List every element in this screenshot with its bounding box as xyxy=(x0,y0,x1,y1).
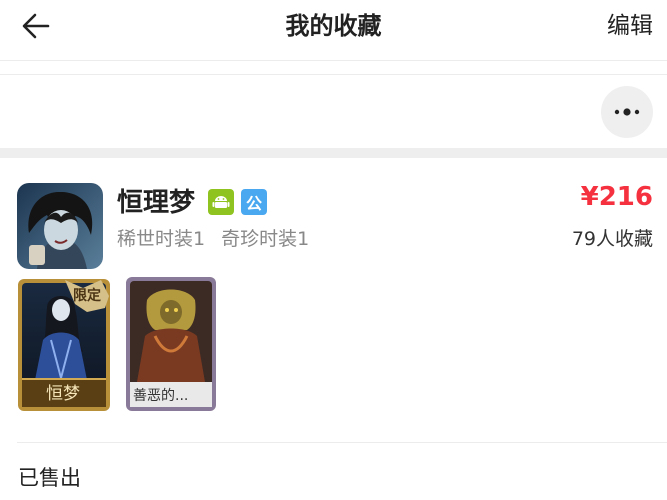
item-name: 恒理梦 xyxy=(117,188,196,218)
filter-divider xyxy=(0,74,667,75)
public-badge: 公 xyxy=(241,189,267,215)
more-options-button[interactable] xyxy=(601,86,653,138)
list-divider xyxy=(17,442,667,443)
item-tags: 稀世时装1 奇珍时装1 xyxy=(117,224,325,251)
sold-section-label: 已售出 xyxy=(18,466,81,490)
page-title: 我的收藏 xyxy=(285,12,382,40)
card-title-2: 善恶的... xyxy=(133,388,188,404)
header-divider xyxy=(0,60,667,61)
edit-button[interactable]: 编辑 xyxy=(607,6,653,40)
arrow-left-icon xyxy=(22,13,50,39)
top-bar: 我的收藏 编辑 xyxy=(0,0,667,58)
android-badge xyxy=(208,189,234,215)
character-avatar xyxy=(17,183,103,269)
card-title-1: 恒梦 xyxy=(46,384,80,404)
limited-ribbon: 限定 xyxy=(73,287,101,304)
costume-card-1[interactable]: 限定 恒梦 xyxy=(17,278,111,412)
costume-card-2[interactable]: 善恶的... xyxy=(125,276,217,412)
section-separator xyxy=(0,148,667,158)
tag-treasure-costume: 奇珍时装1 xyxy=(221,228,310,250)
back-button[interactable] xyxy=(18,8,54,44)
tag-rare-costume: 稀世时装1 xyxy=(117,228,206,250)
favorite-count: 79人收藏 xyxy=(571,228,653,250)
android-icon xyxy=(212,196,230,208)
item-price: ¥216 xyxy=(580,182,653,212)
more-dots-icon xyxy=(614,108,640,116)
